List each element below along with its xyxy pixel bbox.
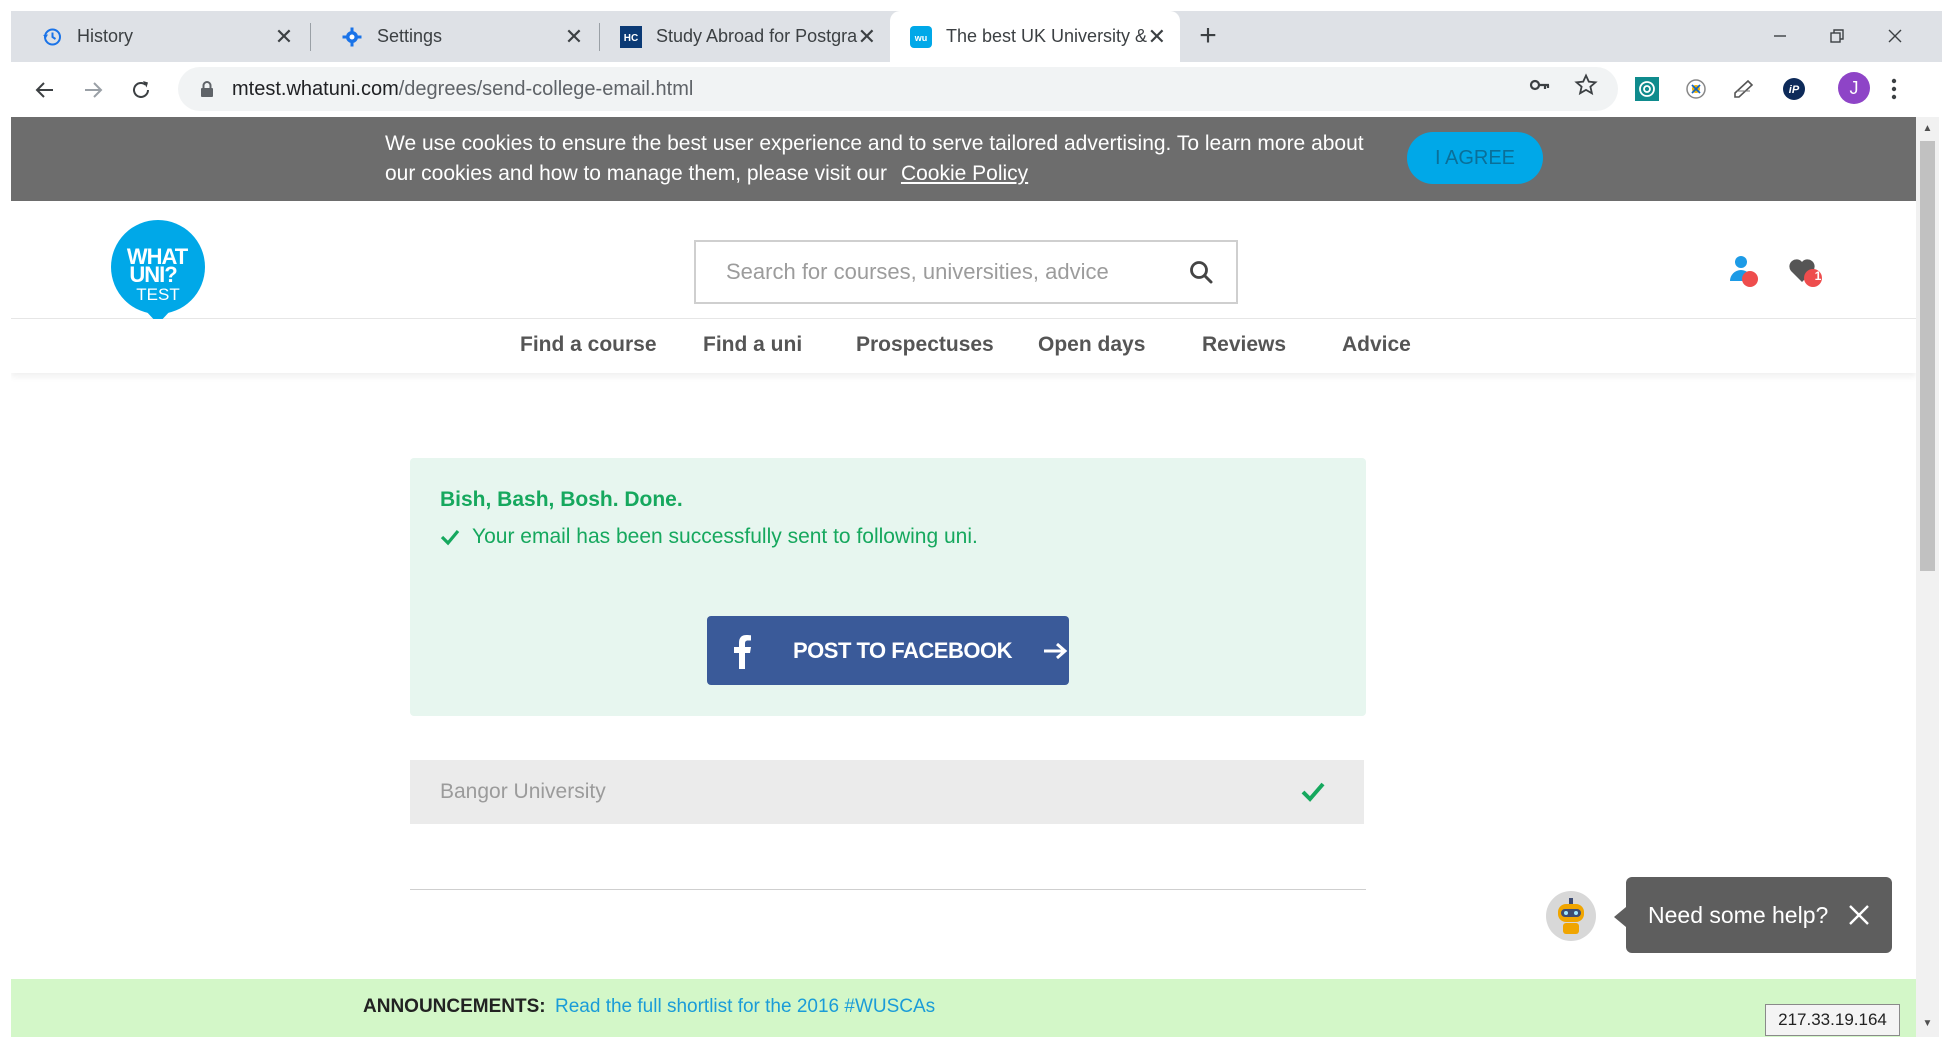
url-host: mtest.whatuni.com [232,77,399,100]
check-icon [1300,781,1326,803]
url-text: mtest.whatuni.com/degrees/send-college-e… [232,78,693,101]
facebook-icon [727,633,757,669]
success-message-row: Your email has been successfully sent to… [440,525,978,549]
tab-whatuni[interactable]: wu The best UK University & degree ✕ [890,11,1180,62]
back-icon[interactable] [29,74,61,106]
whatuni-logo[interactable]: WHAT UNI? TEST [109,220,207,324]
page-viewport: We use cookies to ensure the best user e… [11,117,1916,1037]
nav-prospectuses[interactable]: Prospectuses [856,333,994,357]
site-header: WHAT UNI? TEST 1 [11,201,1916,324]
tab-title: Study Abroad for Postgraduate a [656,26,858,46]
tab-settings[interactable]: Settings ✕ [311,11,599,62]
profile-initial: J [1849,77,1859,98]
new-tab-button[interactable]: + [1193,19,1223,52]
whatuni-favicon: wu [910,25,932,48]
tab-study-abroad[interactable]: HC Study Abroad for Postgraduate a ✕ [600,11,890,62]
nav-advice[interactable]: Advice [1342,333,1411,357]
tab-title: The best UK University & degree [946,26,1148,46]
university-row: Bangor University [410,760,1364,824]
reload-icon[interactable] [125,74,157,106]
browser-window: History ✕ Settings ✕ HC Study Abroad for… [0,0,1942,1042]
nav-open-days[interactable]: Open days [1038,333,1145,357]
help-bubble[interactable]: Need some help? [1614,877,1892,953]
nav-reviews[interactable]: Reviews [1202,333,1286,357]
lock-icon [198,80,216,98]
hc-favicon: HC [620,25,642,48]
nav-find-a-course[interactable]: Find a course [520,333,657,357]
logo-line-test: TEST [136,285,179,304]
close-icon[interactable]: ✕ [563,24,585,49]
cookie-text: We use cookies to ensure the best user e… [385,132,1364,185]
cookie-banner: We use cookies to ensure the best user e… [11,117,1916,201]
facebook-button-label: POST TO FACEBOOK [793,637,1012,663]
extension-ip-icon[interactable]: iP [1781,76,1807,102]
extension-target-icon[interactable] [1634,76,1660,102]
gear-icon [341,26,363,48]
success-panel: Bish, Bash, Bosh. Done. Your email has b… [410,458,1366,716]
nav-find-a-uni[interactable]: Find a uni [703,333,802,357]
profile-avatar[interactable]: J [1838,72,1870,104]
search-input[interactable] [726,259,1188,285]
forward-icon[interactable] [77,74,109,106]
help-label: Need some help? [1648,901,1829,928]
check-icon [440,527,460,547]
tab-history[interactable]: History ✕ [11,11,309,62]
logo-line-uni: UNI? [129,262,177,287]
cookie-policy-link[interactable]: Cookie Policy [901,162,1028,185]
close-icon[interactable]: ✕ [858,24,876,49]
search-icon[interactable] [1188,259,1214,285]
main-nav: Find a course Find a uni Prospectuses Op… [11,319,1916,373]
page-scrollbar[interactable]: ▲ ▼ [1916,117,1939,1037]
close-icon[interactable]: ✕ [273,24,295,49]
tab-strip: History ✕ Settings ✕ HC Study Abroad for… [11,11,1942,62]
shortlist-heart-icon[interactable]: 1 [1788,254,1824,288]
chatbot-robot-icon[interactable] [1545,890,1597,942]
extension-compass-icon[interactable] [1683,76,1709,102]
site-search [694,240,1238,304]
divider [410,889,1366,890]
post-to-facebook-button[interactable]: POST TO FACEBOOK [707,616,1069,685]
announcements-label: ANNOUNCEMENTS: [363,996,546,1017]
browser-toolbar: mtest.whatuni.com/degrees/send-college-e… [11,62,1942,117]
svg-text:iP: iP [1789,84,1800,96]
close-icon[interactable]: ✕ [1148,24,1166,49]
success-message: Your email has been successfully sent to… [472,525,978,548]
svg-text:HC: HC [624,33,638,44]
extension-pencil-icon[interactable] [1731,76,1757,102]
ip-address-tooltip: 217.33.19.164 [1765,1004,1900,1036]
shortlist-count-badge: 1 [1814,269,1822,283]
history-icon [41,26,63,48]
close-window-icon[interactable] [1880,21,1910,51]
announcements-bar: ANNOUNCEMENTS: Read the full shortlist f… [11,979,1916,1037]
scroll-down-icon[interactable]: ▼ [1921,1017,1934,1030]
key-icon[interactable] [1527,72,1553,98]
bookmark-star-icon[interactable] [1573,72,1599,98]
scrollbar-thumb[interactable] [1920,141,1935,571]
account-icon[interactable] [1728,254,1760,288]
menu-dots-icon[interactable] [1881,76,1907,102]
announcements-link[interactable]: Read the full shortlist for the 2016 #WU… [555,996,935,1018]
address-bar[interactable]: mtest.whatuni.com/degrees/send-college-e… [178,67,1618,111]
university-name: Bangor University [440,780,606,803]
tab-title: History [77,26,134,46]
cookie-text-block: We use cookies to ensure the best user e… [385,129,1365,189]
tab-title: Settings [377,26,443,46]
i-agree-button[interactable]: I AGREE [1407,132,1543,184]
close-icon[interactable] [1848,904,1870,926]
url-path: /degrees/send-college-email.html [398,77,694,100]
success-headline: Bish, Bash, Bosh. Done. [440,488,683,511]
svg-text:wu: wu [914,33,928,43]
arrow-right-icon [1042,641,1068,661]
minimize-icon[interactable] [1765,21,1795,51]
restore-icon[interactable] [1822,21,1852,51]
scroll-up-icon[interactable]: ▲ [1921,122,1934,135]
